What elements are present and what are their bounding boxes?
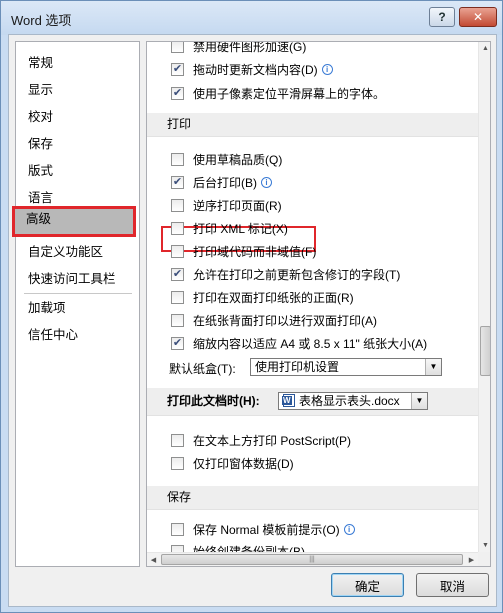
option-label: 打印在双面打印纸张的正面(R): [193, 290, 354, 305]
option-label: 禁用硬件图形加速(G): [193, 41, 307, 54]
options-panel: 禁用硬件图形加速(G) ✔ 拖动时更新文档内容(D) i ✔ 使用子像素定位平滑…: [146, 41, 491, 567]
option-draft-quality[interactable]: 使用草稿品质(Q): [171, 149, 282, 169]
option-field-codes[interactable]: 打印域代码而非域值(F): [171, 241, 316, 261]
close-icon: ✕: [472, 10, 484, 24]
option-label: 使用子像素定位平滑屏幕上的字体。: [193, 86, 386, 101]
option-label: 保存 Normal 模板前提示(O): [193, 522, 340, 537]
option-label: 拖动时更新文档内容(D): [193, 62, 318, 77]
option-update-tracked-fields[interactable]: ✔ 允许在打印之前更新包含修订的字段(T): [171, 264, 400, 284]
checkbox[interactable]: [171, 198, 184, 212]
scroll-down-icon[interactable]: ▼: [479, 539, 490, 552]
nav-item-advanced[interactable]: 高级: [12, 206, 136, 237]
nav-item-addins[interactable]: 加载项: [17, 295, 138, 322]
option-label: 打印域代码而非域值(F): [193, 244, 317, 259]
nav-item-customize-ribbon[interactable]: 自定义功能区: [17, 239, 138, 266]
option-prompt-normal[interactable]: 保存 Normal 模板前提示(O) i: [171, 519, 355, 539]
scrollbar-corner: [478, 552, 490, 566]
option-label: 在纸张背面打印以进行双面打印(A): [193, 313, 377, 328]
option-label: 在文本上方打印 PostScript(P): [193, 433, 352, 448]
scroll-right-icon[interactable]: ▶: [465, 553, 478, 566]
checkbox[interactable]: [171, 433, 184, 447]
checkbox[interactable]: ✔: [171, 175, 184, 189]
chevron-down-icon: ▼: [425, 359, 441, 375]
option-update-on-drag[interactable]: ✔ 拖动时更新文档内容(D) i: [171, 59, 333, 79]
checkbox[interactable]: [171, 290, 184, 304]
checkbox[interactable]: [171, 42, 184, 53]
print-doc-select[interactable]: 表格显示表头.docx ▼: [278, 392, 428, 410]
help-button[interactable]: ?: [429, 7, 455, 27]
chevron-down-icon: ▼: [411, 393, 427, 409]
checkbox[interactable]: [171, 221, 184, 235]
category-nav: 常规 显示 校对 保存 版式 语言 高级 自定义功能区 快速访问工具栏 加载项 …: [12, 41, 140, 567]
option-label: 打印 XML 标记(X): [193, 221, 288, 236]
checkbox[interactable]: [171, 244, 184, 258]
vertical-scroll-thumb[interactable]: [480, 326, 490, 376]
option-label: 使用草稿品质(Q): [193, 152, 283, 167]
checkbox[interactable]: ✔: [171, 336, 184, 350]
section-print: 打印: [147, 113, 478, 136]
vertical-scrollbar[interactable]: ▲ ▼: [478, 42, 490, 552]
scroll-left-icon[interactable]: ◀: [147, 553, 160, 566]
nav-item-general[interactable]: 常规: [17, 50, 138, 77]
nav-item-trust-center[interactable]: 信任中心: [17, 322, 138, 349]
checkbox[interactable]: [171, 313, 184, 327]
option-print-xml[interactable]: 打印 XML 标记(X): [171, 218, 288, 238]
checkbox[interactable]: ✔: [171, 62, 184, 76]
option-label: 逆序打印页面(R): [193, 198, 282, 213]
option-label: 仅打印窗体数据(D): [193, 456, 294, 471]
window-title: Word 选项: [11, 13, 72, 28]
nav-item-quick-access[interactable]: 快速访问工具栏: [17, 266, 138, 293]
option-disable-hw-accel[interactable]: 禁用硬件图形加速(G): [171, 41, 307, 56]
checkbox[interactable]: [171, 456, 184, 470]
option-label: 后台打印(B): [193, 175, 257, 190]
nav-item-display[interactable]: 显示: [17, 77, 138, 104]
horizontal-scroll-thumb[interactable]: |||: [161, 554, 463, 565]
nav-item-layout[interactable]: 版式: [17, 158, 138, 185]
checkbox[interactable]: ✔: [171, 267, 184, 281]
nav-separator: [24, 293, 132, 294]
checkbox[interactable]: [171, 522, 184, 536]
option-label: 缩放内容以适应 A4 或 8.5 x 11" 纸张大小(A): [193, 336, 428, 351]
option-duplex-back[interactable]: 在纸张背面打印以进行双面打印(A): [171, 310, 377, 330]
print-doc-value: 表格显示表头.docx: [299, 394, 400, 408]
option-duplex-front[interactable]: 打印在双面打印纸张的正面(R): [171, 287, 354, 307]
checkbox[interactable]: [171, 152, 184, 166]
option-scale-content[interactable]: ✔ 缩放内容以适应 A4 或 8.5 x 11" 纸张大小(A): [171, 333, 427, 353]
info-icon: i: [261, 176, 272, 188]
nav-item-proofing[interactable]: 校对: [17, 104, 138, 131]
info-icon: i: [343, 523, 355, 535]
default-tray-label: 默认纸盒(T):: [169, 362, 236, 376]
print-doc-label: 打印此文档时(H):: [167, 394, 260, 408]
option-reverse-order[interactable]: 逆序打印页面(R): [171, 195, 282, 215]
section-separator: [147, 415, 478, 416]
section-separator: [147, 136, 478, 137]
title-bar: Word 选项 ? ✕: [1, 1, 502, 35]
ok-button[interactable]: 确定: [331, 573, 404, 597]
word-document-icon: [282, 394, 295, 407]
default-tray-value: 使用打印机设置: [255, 360, 340, 374]
cancel-button[interactable]: 取消: [416, 573, 489, 597]
checkbox[interactable]: ✔: [171, 86, 184, 100]
default-tray-select[interactable]: 使用打印机设置 ▼: [250, 358, 442, 376]
nav-item-save[interactable]: 保存: [17, 131, 138, 158]
option-background-print[interactable]: ✔ 后台打印(B) i: [171, 172, 272, 192]
scroll-up-icon[interactable]: ▲: [479, 42, 490, 55]
info-icon: i: [321, 63, 333, 75]
section-save: 保存: [147, 486, 478, 509]
option-postscript[interactable]: 在文本上方打印 PostScript(P): [171, 430, 351, 450]
option-form-data-only[interactable]: 仅打印窗体数据(D): [171, 453, 294, 473]
option-subpixel[interactable]: ✔ 使用子像素定位平滑屏幕上的字体。: [171, 83, 385, 103]
option-label: 允许在打印之前更新包含修订的字段(T): [193, 267, 401, 282]
dialog-client: 常规 显示 校对 保存 版式 语言 高级 自定义功能区 快速访问工具栏 加载项 …: [8, 34, 497, 607]
horizontal-scrollbar[interactable]: ◀ ||| ▶: [147, 552, 478, 566]
section-separator: [147, 509, 478, 510]
word-options-window: Word 选项 ? ✕ 常规 显示 校对 保存 版式 语言 高级 自定义功能区 …: [0, 0, 503, 613]
close-button[interactable]: ✕: [459, 7, 497, 27]
